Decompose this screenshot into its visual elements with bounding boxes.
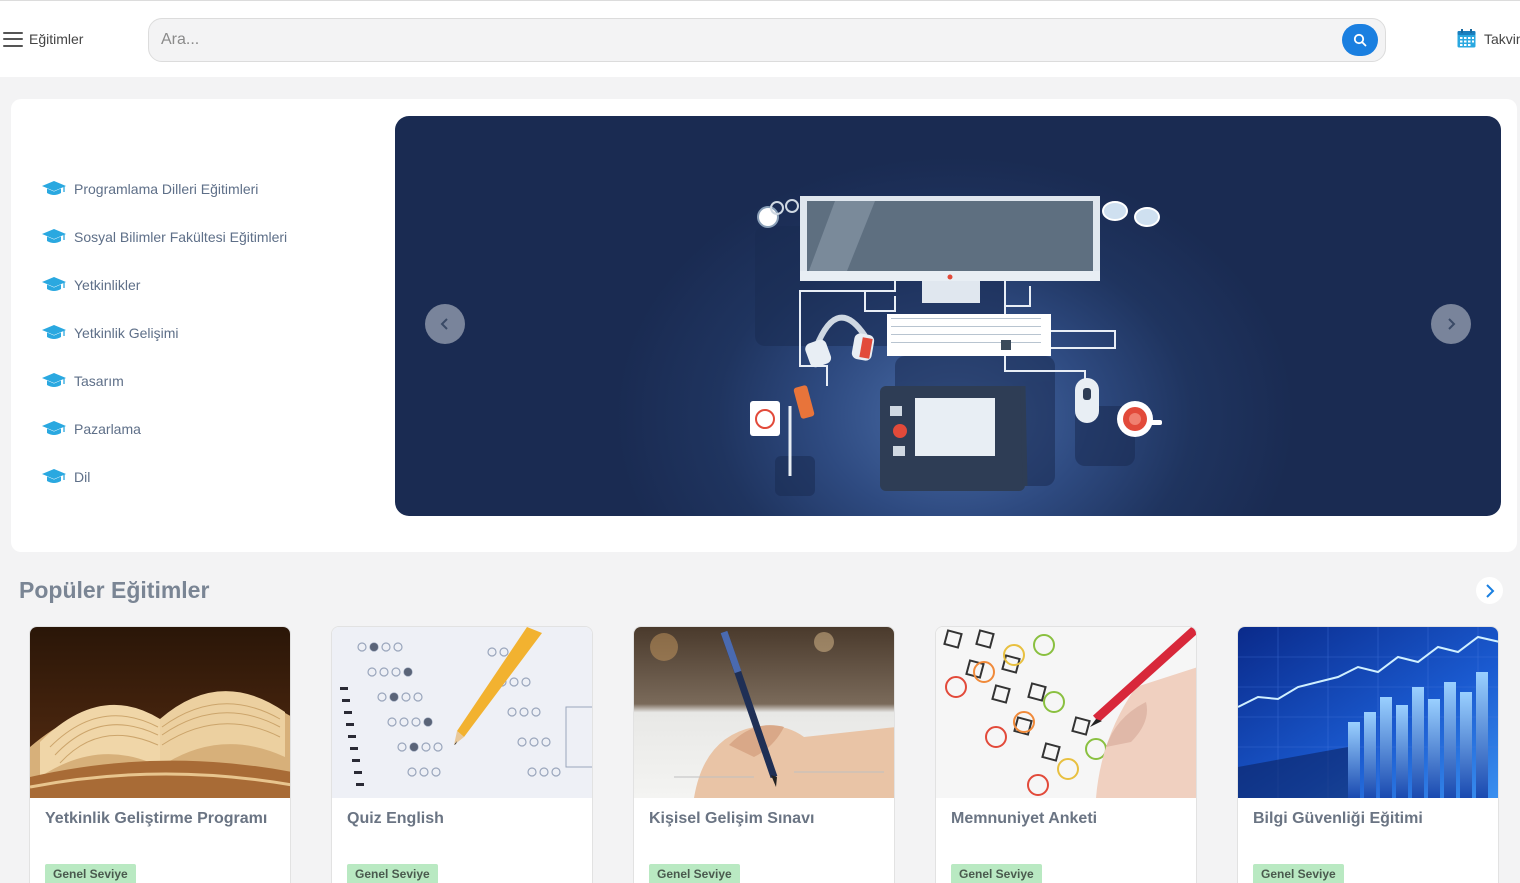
course-title: Yetkinlik Geliştirme Programı xyxy=(45,810,268,827)
menu-label: Eğitimler xyxy=(29,31,84,47)
course-card-memnuniyet[interactable]: Memnuniyet Anketi Genel Seviye xyxy=(935,626,1197,883)
section-title-popular: Popüler Eğitimler xyxy=(19,577,210,603)
hero-slider[interactable] xyxy=(395,116,1501,516)
course-card-quiz-english[interactable]: Quiz English Genel Seviye xyxy=(331,626,593,883)
course-title: Kişisel Gelişim Sınavı xyxy=(649,810,815,827)
slider-prev-button[interactable] xyxy=(425,304,465,344)
category-item-yetkinlikler[interactable]: Yetkinlikler xyxy=(41,261,287,309)
category-label: Sosyal Bilimler Fakültesi Eğitimleri xyxy=(74,229,288,245)
category-label: Tasarım xyxy=(74,373,124,389)
graduation-cap-icon xyxy=(41,467,67,487)
course-card-kisisel-gelisim[interactable]: Kişisel Gelişim Sınavı Genel Seviye xyxy=(633,626,895,883)
data-chart-image xyxy=(1238,627,1498,798)
search-input[interactable] xyxy=(149,19,1342,61)
satisfaction-survey-image xyxy=(936,627,1196,798)
menu-button[interactable]: Eğitimler xyxy=(3,27,83,51)
answer-sheet-image xyxy=(332,627,592,798)
category-item-programlama[interactable]: Programlama Dilleri Eğitimleri xyxy=(41,165,287,213)
search-button[interactable] xyxy=(1342,24,1378,56)
slider-next-button[interactable] xyxy=(1431,304,1471,344)
chevron-left-icon xyxy=(440,318,448,330)
category-item-dil[interactable]: Dil xyxy=(41,453,287,501)
category-label: Dil xyxy=(74,469,91,485)
calendar-label: Takvim xyxy=(1484,30,1520,47)
hamburger-icon xyxy=(3,31,23,47)
calendar-icon xyxy=(1457,29,1476,48)
category-list: Programlama Dilleri Eğitimleri Sosyal Bi… xyxy=(41,165,287,501)
category-label: Yetkinlikler xyxy=(74,277,141,293)
chevron-right-icon xyxy=(1448,318,1456,330)
level-badge: Genel Seviye xyxy=(45,864,136,883)
top-header: Eğitimler Takvim xyxy=(0,0,1520,77)
category-item-pazarlama[interactable]: Pazarlama xyxy=(41,405,287,453)
course-title: Quiz English xyxy=(347,810,444,827)
search-bar xyxy=(148,18,1386,62)
course-card-yetkinlik[interactable]: Yetkinlik Geliştirme Programı Genel Sevi… xyxy=(29,626,291,883)
course-card-bilgi-guvenligi[interactable]: Bilgi Güvenliği Eğitimi Genel Seviye xyxy=(1237,626,1499,883)
graduation-cap-icon xyxy=(41,323,67,343)
category-label: Pazarlama xyxy=(74,421,141,437)
chevron-right-icon xyxy=(1485,583,1494,598)
calendar-link[interactable]: Takvim xyxy=(1457,29,1520,48)
hero-panel: Programlama Dilleri Eğitimleri Sosyal Bi… xyxy=(11,99,1517,552)
level-badge: Genel Seviye xyxy=(951,864,1042,883)
open-book-image xyxy=(30,627,290,798)
category-label: Programlama Dilleri Eğitimleri xyxy=(74,181,259,197)
category-item-sosyal-bilimler[interactable]: Sosyal Bilimler Fakültesi Eğitimleri xyxy=(41,213,287,261)
graduation-cap-icon xyxy=(41,179,67,199)
course-title: Bilgi Güvenliği Eğitimi xyxy=(1253,810,1423,827)
graduation-cap-icon xyxy=(41,419,67,439)
search-icon xyxy=(1353,33,1367,47)
category-item-yetkinlik-gelisimi[interactable]: Yetkinlik Gelişimi xyxy=(41,309,287,357)
level-badge: Genel Seviye xyxy=(347,864,438,883)
graduation-cap-icon xyxy=(41,371,67,391)
graduation-cap-icon xyxy=(41,275,67,295)
level-badge: Genel Seviye xyxy=(649,864,740,883)
popular-next-button[interactable] xyxy=(1476,577,1503,604)
hand-writing-image xyxy=(634,627,894,798)
category-item-tasarim[interactable]: Tasarım xyxy=(41,357,287,405)
graduation-cap-icon xyxy=(41,227,67,247)
category-label: Yetkinlik Gelişimi xyxy=(74,325,179,341)
slide-image xyxy=(750,196,1162,496)
course-title: Memnuniyet Anketi xyxy=(951,810,1098,827)
level-badge: Genel Seviye xyxy=(1253,864,1344,883)
